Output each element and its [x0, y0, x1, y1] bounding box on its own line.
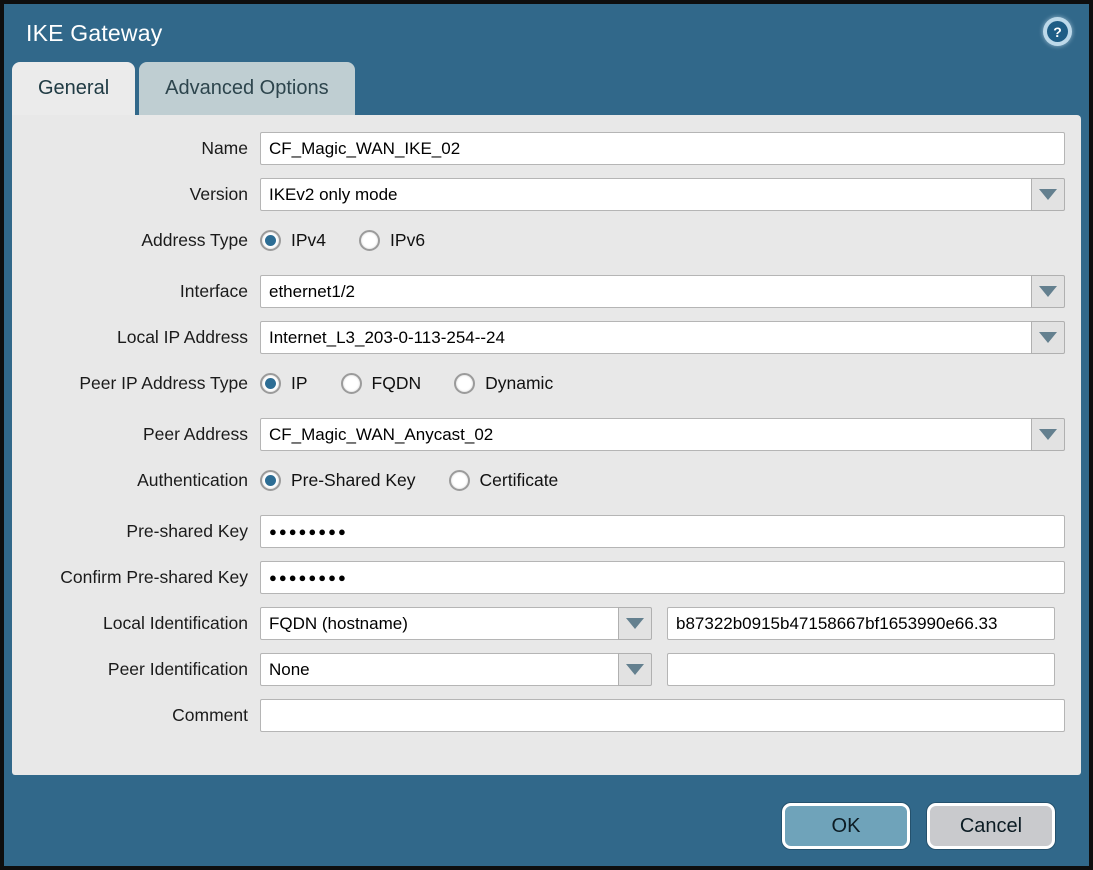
confirm-preshared-key-row: Confirm Pre-shared Key — [12, 561, 1081, 594]
local-identification-value-input[interactable] — [667, 607, 1055, 640]
tab-bar: General Advanced Options — [12, 62, 1089, 115]
peer-identification-label: Peer Identification — [12, 659, 260, 680]
peer-ip-type-row: Peer IP Address Type IP FQDN Dynamic — [12, 367, 1081, 400]
confirm-preshared-key-input[interactable] — [260, 561, 1065, 594]
help-button[interactable]: ? — [1043, 17, 1072, 46]
chevron-down-icon — [1039, 286, 1057, 297]
authentication-radio-group: Pre-Shared Key Certificate — [260, 470, 591, 491]
peer-identification-type-select[interactable] — [260, 653, 619, 686]
version-row: Version — [12, 178, 1081, 211]
version-label: Version — [12, 184, 260, 205]
authentication-row: Authentication Pre-Shared Key Certificat… — [12, 464, 1081, 497]
radio-label-pre-shared-key: Pre-Shared Key — [291, 470, 416, 491]
radio-option-ip[interactable]: IP — [260, 373, 308, 394]
chevron-down-icon — [626, 664, 644, 675]
radio-label-ip: IP — [291, 373, 308, 394]
chevron-down-icon — [1039, 332, 1057, 343]
address-type-radio-group: IPv4 IPv6 — [260, 230, 458, 251]
tab-general-label: General — [38, 77, 109, 100]
version-select[interactable] — [260, 178, 1032, 211]
footer-buttons: OK Cancel — [782, 803, 1055, 849]
peer-address-row: Peer Address — [12, 418, 1081, 451]
radio-option-certificate[interactable]: Certificate — [449, 470, 559, 491]
peer-address-dropdown-button[interactable] — [1031, 418, 1065, 451]
help-icon: ? — [1047, 21, 1068, 42]
radio-button-icon[interactable] — [260, 230, 281, 251]
radio-button-icon[interactable] — [260, 373, 281, 394]
tab-advanced-options-label: Advanced Options — [165, 77, 328, 100]
titlebar: IKE Gateway ? — [4, 4, 1089, 62]
address-type-label: Address Type — [12, 230, 260, 251]
peer-address-select[interactable] — [260, 418, 1032, 451]
dialog-title: IKE Gateway — [26, 20, 162, 47]
radio-button-icon[interactable] — [341, 373, 362, 394]
local-identification-dropdown-button[interactable] — [618, 607, 652, 640]
peer-identification-value-input[interactable] — [667, 653, 1055, 686]
chevron-down-icon — [626, 618, 644, 629]
general-tab-panel: Name Version Address Type — [12, 115, 1081, 775]
local-identification-row: Local Identification — [12, 607, 1081, 640]
name-label: Name — [12, 138, 260, 159]
local-ip-select[interactable] — [260, 321, 1032, 354]
comment-row: Comment — [12, 699, 1081, 732]
radio-label-dynamic: Dynamic — [485, 373, 553, 394]
radio-label-ipv4: IPv4 — [291, 230, 326, 251]
radio-label-certificate: Certificate — [480, 470, 559, 491]
authentication-label: Authentication — [12, 470, 260, 491]
cancel-button[interactable]: Cancel — [927, 803, 1055, 849]
comment-label: Comment — [12, 705, 260, 726]
address-type-row: Address Type IPv4 IPv6 — [12, 224, 1081, 257]
chevron-down-icon — [1039, 429, 1057, 440]
radio-option-ipv6[interactable]: IPv6 — [359, 230, 425, 251]
ike-gateway-dialog: IKE Gateway ? General Advanced Options N… — [0, 0, 1093, 870]
peer-ip-type-radio-group: IP FQDN Dynamic — [260, 373, 586, 394]
name-input[interactable] — [260, 132, 1065, 165]
radio-button-icon[interactable] — [449, 470, 470, 491]
peer-ip-type-label: Peer IP Address Type — [12, 373, 260, 394]
ok-button[interactable]: OK — [782, 803, 910, 849]
preshared-key-input[interactable] — [260, 515, 1065, 548]
peer-address-label: Peer Address — [12, 424, 260, 445]
radio-button-icon[interactable] — [260, 470, 281, 491]
confirm-preshared-key-label: Confirm Pre-shared Key — [12, 567, 260, 588]
radio-option-dynamic[interactable]: Dynamic — [454, 373, 553, 394]
radio-button-icon[interactable] — [454, 373, 475, 394]
peer-identification-dropdown-button[interactable] — [618, 653, 652, 686]
interface-dropdown-button[interactable] — [1031, 275, 1065, 308]
preshared-key-row: Pre-shared Key — [12, 515, 1081, 548]
comment-input[interactable] — [260, 699, 1065, 732]
tab-general[interactable]: General — [12, 62, 135, 115]
local-ip-dropdown-button[interactable] — [1031, 321, 1065, 354]
local-identification-type-select[interactable] — [260, 607, 619, 640]
local-ip-row: Local IP Address — [12, 321, 1081, 354]
name-row: Name — [12, 132, 1081, 165]
radio-button-icon[interactable] — [359, 230, 380, 251]
interface-select[interactable] — [260, 275, 1032, 308]
radio-option-fqdn[interactable]: FQDN — [341, 373, 422, 394]
peer-identification-row: Peer Identification — [12, 653, 1081, 686]
local-identification-label: Local Identification — [12, 613, 260, 634]
radio-option-ipv4[interactable]: IPv4 — [260, 230, 326, 251]
radio-label-ipv6: IPv6 — [390, 230, 425, 251]
preshared-key-label: Pre-shared Key — [12, 521, 260, 542]
local-ip-label: Local IP Address — [12, 327, 260, 348]
chevron-down-icon — [1039, 189, 1057, 200]
radio-label-fqdn: FQDN — [372, 373, 422, 394]
radio-option-pre-shared-key[interactable]: Pre-Shared Key — [260, 470, 416, 491]
interface-label: Interface — [12, 281, 260, 302]
tab-advanced-options[interactable]: Advanced Options — [139, 62, 354, 115]
interface-row: Interface — [12, 275, 1081, 308]
version-dropdown-button[interactable] — [1031, 178, 1065, 211]
